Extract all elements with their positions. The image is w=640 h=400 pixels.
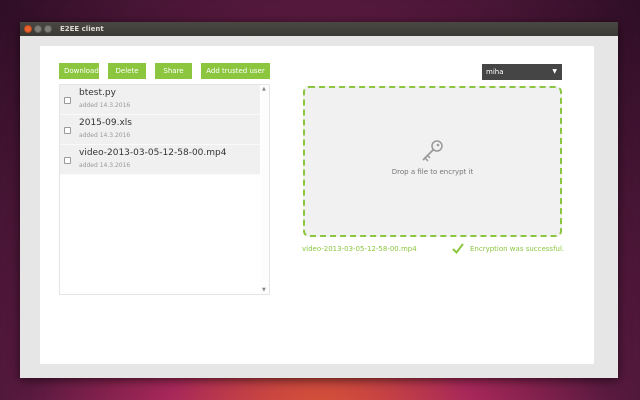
toolbar: Download Delete Share Add trusted user	[59, 63, 279, 79]
close-window-button[interactable]	[24, 25, 32, 33]
scroll-down-arrow-icon[interactable]: ▼	[262, 287, 266, 293]
chevron-down-icon: ▼	[552, 68, 557, 75]
file-drop-zone[interactable]: Drop a file to encrypt it	[303, 86, 562, 237]
download-button[interactable]: Download	[59, 63, 99, 79]
file-date: added 14.3.2016	[79, 132, 131, 139]
file-checkbox[interactable]	[64, 127, 71, 134]
maximize-window-button[interactable]	[44, 25, 52, 33]
drop-zone-text: Drop a file to encrypt it	[391, 168, 474, 176]
file-row[interactable]: video-2013-03-05-12-58-00.mp4 added 14.3…	[60, 145, 260, 175]
window-title: E2EE client	[60, 25, 104, 33]
file-name: btest.py	[79, 88, 116, 98]
user-select-value: miha	[486, 68, 504, 76]
file-list: btest.py added 14.3.2016 2015-09.xls add…	[59, 84, 270, 295]
title-bar: E2EE client	[20, 22, 618, 36]
check-icon	[452, 243, 464, 254]
delete-button[interactable]: Delete	[108, 63, 146, 79]
file-checkbox[interactable]	[64, 157, 71, 164]
status-message: Encryption was successful.	[452, 243, 564, 254]
file-row[interactable]: 2015-09.xls added 14.3.2016	[60, 115, 260, 145]
status-text: Encryption was successful.	[470, 244, 565, 253]
scroll-up-arrow-icon[interactable]: ▲	[262, 86, 266, 92]
file-name: 2015-09.xls	[79, 118, 132, 128]
file-date: added 14.3.2016	[79, 162, 131, 169]
add-trusted-user-button[interactable]: Add trusted user	[201, 63, 270, 79]
share-button[interactable]: Share	[155, 63, 192, 79]
file-list-scrollbar[interactable]: ▲ ▼	[261, 85, 269, 294]
minimize-window-button[interactable]	[34, 25, 42, 33]
file-date: added 14.3.2016	[79, 102, 131, 109]
main-panel: Download Delete Share Add trusted user b…	[40, 46, 594, 364]
user-select[interactable]: miha ▼	[482, 64, 562, 80]
key-icon	[422, 140, 443, 162]
file-name: video-2013-03-05-12-58-00.mp4	[79, 148, 227, 158]
file-checkbox[interactable]	[64, 97, 71, 104]
file-row[interactable]: btest.py added 14.3.2016	[60, 85, 260, 115]
app-window: E2EE client Download Delete Share Add tr…	[20, 22, 618, 378]
encrypted-file-name: video-2013-03-05-12-58-00.mp4	[302, 245, 417, 253]
